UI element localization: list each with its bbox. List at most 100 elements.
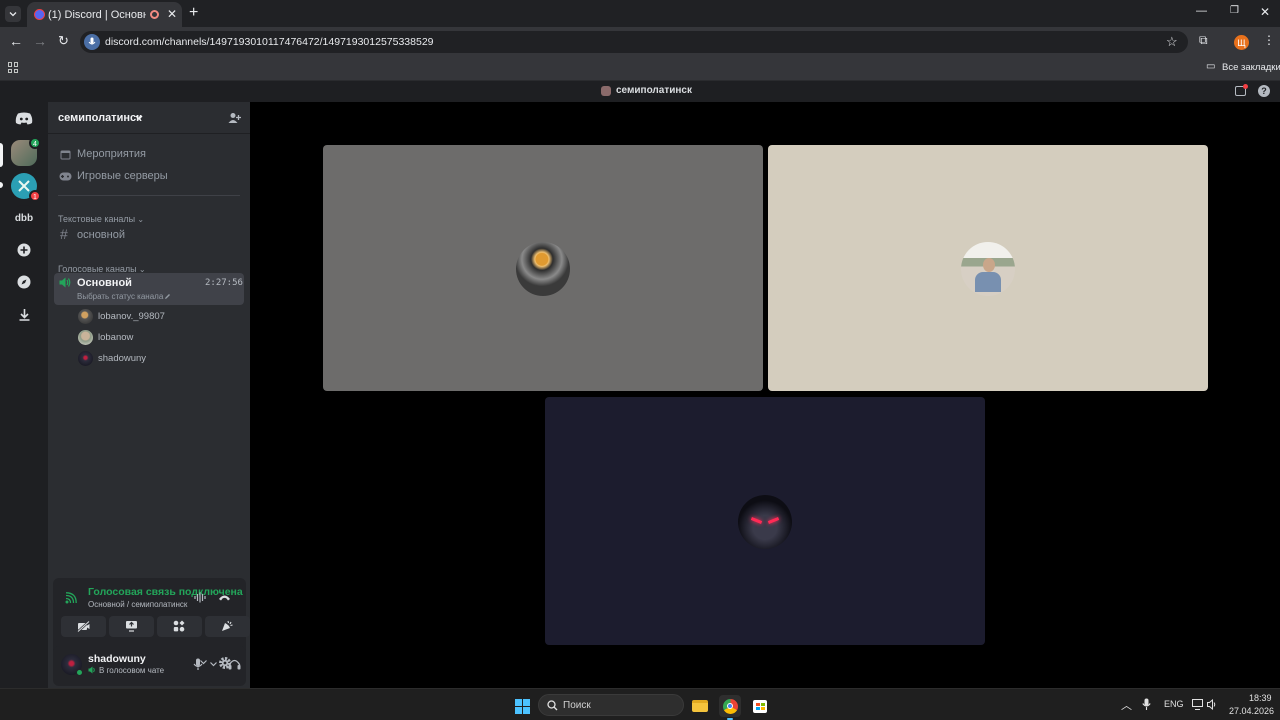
screen-share-button[interactable] bbox=[109, 616, 154, 637]
download-apps-button[interactable] bbox=[11, 301, 37, 327]
window-close-icon[interactable]: ✕ bbox=[1260, 5, 1270, 19]
folder-icon: ▭ bbox=[1206, 61, 1216, 72]
hash-icon: # bbox=[60, 226, 68, 242]
search-placeholder: Поиск bbox=[563, 700, 591, 711]
taskbar-search[interactable]: Поиск bbox=[538, 694, 684, 716]
server-icon-dbb[interactable]: dbb bbox=[11, 205, 37, 231]
server-unread-dot bbox=[0, 182, 3, 188]
invite-people-icon[interactable] bbox=[228, 112, 241, 124]
start-button[interactable] bbox=[511, 695, 533, 717]
sidebar-item-events[interactable]: Мероприятия bbox=[58, 146, 240, 164]
chevron-down-icon[interactable] bbox=[210, 662, 217, 667]
category-text-channels[interactable]: Текстовые каналы ⌄ bbox=[58, 209, 144, 227]
store-icon bbox=[753, 699, 767, 713]
discord-home-button[interactable] bbox=[11, 105, 37, 131]
camera-off-icon bbox=[77, 621, 90, 632]
window-restore-icon[interactable]: ❐ bbox=[1230, 5, 1239, 16]
chevron-down-icon bbox=[135, 115, 143, 120]
bookmark-star-icon[interactable]: ☆ bbox=[1166, 34, 1178, 50]
forward-arrow-icon[interactable]: → bbox=[33, 33, 47, 49]
server-icon-semipalatinsk[interactable]: 4 bbox=[11, 137, 41, 166]
voice-channel-osnovnoy[interactable]: Основной 2:27:56 Выбрать статус канала bbox=[54, 273, 244, 305]
camera-toggle-button[interactable] bbox=[61, 616, 106, 637]
download-icon bbox=[19, 308, 29, 321]
plus-circle-icon bbox=[17, 243, 31, 257]
activities-button[interactable] bbox=[157, 616, 202, 637]
network-icon[interactable] bbox=[1192, 699, 1204, 710]
apps-grid-icon[interactable] bbox=[8, 62, 19, 73]
voice-tile-shadowuny[interactable] bbox=[545, 397, 985, 645]
calendar-icon bbox=[60, 150, 71, 160]
site-info-icon[interactable] bbox=[84, 34, 100, 50]
extensions-icon[interactable]: ⧉ bbox=[1199, 33, 1208, 48]
sidebar-divider bbox=[58, 195, 240, 196]
voice-tile-lobanov[interactable] bbox=[323, 145, 763, 391]
tab-search-button[interactable] bbox=[5, 6, 21, 22]
tab-close-icon[interactable]: ✕ bbox=[167, 7, 177, 21]
file-explorer-button[interactable] bbox=[689, 695, 711, 717]
windows-logo-icon bbox=[514, 698, 530, 714]
server-rail: 4 1 dbb bbox=[0, 102, 48, 688]
clock-date[interactable]: 27.04.2026 bbox=[1229, 706, 1274, 716]
address-bar[interactable]: discord.com/channels/1497193010117476472… bbox=[80, 31, 1188, 53]
speaker-small-icon bbox=[88, 666, 95, 674]
server-small-icon bbox=[601, 86, 611, 96]
sidebar-item-label: Игровые серверы bbox=[77, 170, 168, 182]
channel-sidebar: семиполатинск Мероприятия Игровые сервер… bbox=[48, 102, 250, 688]
channel-status-prompt[interactable]: Выбрать статус канала bbox=[77, 292, 163, 301]
reload-icon[interactable]: ↻ bbox=[58, 33, 69, 49]
window-title: семиполатинск bbox=[616, 85, 693, 96]
participant-avatar bbox=[961, 242, 1015, 296]
user-avatar bbox=[78, 330, 93, 345]
voice-user-row[interactable]: shadowuny bbox=[76, 350, 240, 368]
noise-suppression-icon[interactable] bbox=[194, 592, 206, 603]
server-header[interactable]: семиполатинск bbox=[48, 102, 250, 134]
search-icon bbox=[547, 700, 558, 711]
add-server-button[interactable] bbox=[11, 237, 37, 263]
pencil-icon bbox=[165, 294, 170, 299]
chrome-taskbar-button[interactable] bbox=[719, 695, 741, 720]
back-arrow-icon[interactable]: ← bbox=[9, 33, 23, 49]
browser-menu-icon[interactable]: ⋮ bbox=[1263, 33, 1275, 47]
clock-time[interactable]: 18:39 bbox=[1249, 693, 1272, 703]
voice-stage bbox=[250, 102, 1280, 688]
store-button[interactable] bbox=[749, 695, 771, 717]
browser-tab-active[interactable]: (1) Discord | Основной | се ✕ bbox=[27, 2, 182, 27]
voice-user-name: shadowuny bbox=[98, 353, 147, 364]
sidebar-item-game-servers[interactable]: Игровые серверы bbox=[58, 168, 240, 186]
voice-tile-lobanow[interactable] bbox=[768, 145, 1208, 391]
chevron-down-icon[interactable] bbox=[200, 660, 207, 665]
tab-title: (1) Discord | Основной | се bbox=[48, 9, 146, 21]
voice-user-row[interactable]: lobanow bbox=[76, 329, 240, 347]
microphone-in-use-icon[interactable] bbox=[1142, 698, 1151, 711]
voice-user-name: lobanow bbox=[98, 332, 134, 343]
window-minimize-icon[interactable]: — bbox=[1196, 5, 1207, 17]
voice-timer: 2:27:56 bbox=[205, 278, 243, 288]
online-status-dot bbox=[76, 669, 83, 676]
sidebar-item-label: Мероприятия bbox=[77, 148, 146, 160]
help-icon[interactable]: ? bbox=[1258, 85, 1270, 97]
all-bookmarks-link[interactable]: Все закладки bbox=[1222, 62, 1280, 73]
profile-avatar[interactable]: Щ bbox=[1234, 35, 1249, 50]
category-label: Текстовые каналы bbox=[58, 214, 136, 224]
settings-gear-icon[interactable] bbox=[218, 656, 232, 670]
new-tab-button[interactable]: + bbox=[189, 4, 198, 22]
self-username: shadowuny bbox=[88, 653, 146, 665]
participant-avatar bbox=[516, 242, 570, 296]
signal-icon[interactable] bbox=[65, 592, 77, 604]
soundboard-button[interactable] bbox=[205, 616, 250, 637]
text-channel-osnovnoy[interactable]: # основной bbox=[58, 226, 240, 244]
voice-user-row[interactable]: lobanov._99807 bbox=[76, 308, 240, 326]
chevron-down-icon bbox=[9, 12, 17, 17]
gamepad-icon bbox=[59, 172, 72, 181]
discover-button[interactable] bbox=[11, 269, 37, 295]
volume-icon[interactable] bbox=[1207, 699, 1218, 710]
inbox-icon[interactable] bbox=[1235, 84, 1248, 96]
disconnect-phone-icon[interactable] bbox=[218, 593, 231, 601]
voice-location[interactable]: Основной / семиполатинск bbox=[88, 600, 187, 609]
self-status: В голосовом чате bbox=[99, 666, 165, 675]
language-indicator[interactable]: ENG bbox=[1164, 699, 1184, 709]
chevron-up-icon[interactable]: ︿ bbox=[1121, 697, 1132, 713]
voice-user-name: lobanov._99807 bbox=[98, 311, 165, 322]
server-icon-2[interactable]: 1 bbox=[11, 173, 41, 202]
